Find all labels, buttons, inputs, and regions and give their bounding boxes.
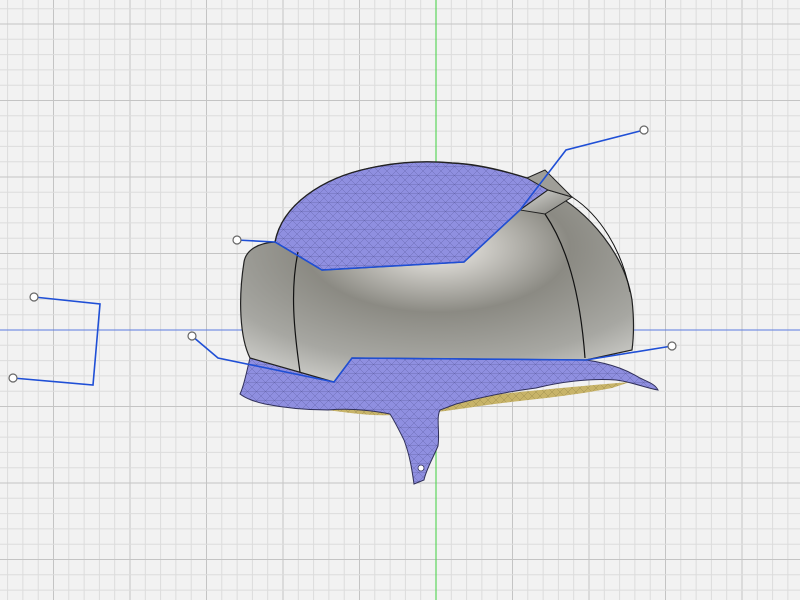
- sketch-handle[interactable]: [639, 125, 649, 135]
- viewport-canvas[interactable]: [0, 0, 800, 600]
- 3d-viewport[interactable]: [0, 0, 800, 600]
- sketch-handle[interactable]: [8, 373, 18, 383]
- sketch-handle[interactable]: [29, 292, 39, 302]
- sketch-handle[interactable]: [232, 235, 242, 245]
- sketch-handle[interactable]: [667, 341, 677, 351]
- mesh-hole: [417, 464, 425, 472]
- sketch-handle[interactable]: [187, 331, 197, 341]
